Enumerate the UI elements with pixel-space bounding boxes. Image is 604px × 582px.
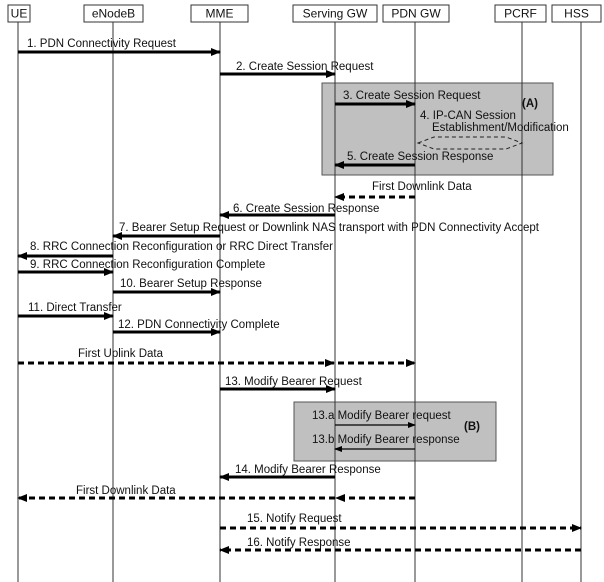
message-9: 8. RRC Connection Reconfiguration or RRC…	[17, 241, 333, 260]
message-12: 11. Direct Transfer	[18, 302, 122, 320]
message-label: 15. Notify Request	[247, 513, 342, 525]
sequence-diagram: (A) (B) UE eNodeB MME Serving GW PDN GW PCRF HS…	[7, 4, 602, 582]
message-label: First Downlink Data	[372, 181, 472, 193]
message-label: 3. Create Session Request	[343, 90, 481, 102]
message-label: 12. PDN Connectivity Complete	[118, 319, 280, 331]
entity-label-enb: eNodeB	[92, 7, 135, 21]
message-label: 11. Direct Transfer	[28, 302, 122, 314]
message-label: 10. Bearer Setup Response	[120, 278, 262, 290]
message-label: 9. RRC Connection Reconfiguration Comple…	[30, 259, 265, 271]
relay-arrowhead	[335, 494, 345, 502]
relay-arrowhead	[325, 359, 335, 367]
message-label: 6. Create Session Response	[233, 203, 379, 215]
message-21: 16. Notify Response	[219, 537, 581, 554]
entity-label-ue: UE	[11, 7, 28, 21]
message-label: 4. IP-CAN Session	[420, 110, 516, 122]
group-label-A: (A)	[522, 98, 538, 110]
message-20: 15. Notify Request	[220, 513, 582, 532]
message-2: 2. Create Session Request	[220, 61, 374, 78]
message-8: 7. Bearer Setup Request or Downlink NAS …	[112, 222, 540, 240]
entity-label-sgw: Serving GW	[303, 7, 368, 21]
message-15: 13. Modify Bearer Request	[220, 376, 363, 393]
message-label: First Uplink Data	[78, 348, 164, 360]
message-13: 12. PDN Connectivity Complete	[113, 319, 280, 336]
message-label: 14. Modify Bearer Response	[235, 464, 381, 476]
message-label: 5. Create Session Response	[347, 151, 493, 163]
message-14: First Uplink Data	[18, 348, 416, 367]
entity-label-hss: HSS	[564, 7, 589, 21]
entity-label-pgw: PDN GW	[391, 7, 441, 21]
message-5: 5. Create Session Response	[334, 151, 493, 169]
message-label-line2: Establishment/Modification	[432, 122, 569, 134]
group-label-B: (B)	[464, 421, 480, 433]
entity-label-mme: MME	[206, 7, 234, 21]
message-1: 1. PDN Connectivity Request	[18, 38, 221, 56]
entity-label-pcrf: PCRF	[504, 7, 537, 21]
message-label: 13.b Modify Bearer response	[312, 434, 460, 446]
message-label: 16. Notify Response	[247, 537, 351, 549]
message-19: First Downlink Data	[17, 485, 415, 502]
message-label: 13.a Modify Bearer request	[312, 410, 452, 422]
message-label: 1. PDN Connectivity Request	[27, 38, 177, 50]
message-11: 10. Bearer Setup Response	[113, 278, 262, 296]
message-7: 6. Create Session Response	[219, 203, 379, 219]
message-label: 8. RRC Connection Reconfiguration or RRC…	[30, 241, 333, 253]
message-10: 9. RRC Connection Reconfiguration Comple…	[18, 259, 265, 276]
message-18: 14. Modify Bearer Response	[219, 464, 381, 481]
message-6: First Downlink Data	[334, 181, 472, 201]
message-3: 3. Create Session Request	[335, 90, 481, 108]
message-label: 7. Bearer Setup Request or Downlink NAS …	[119, 222, 540, 234]
message-label: 13. Modify Bearer Request	[225, 376, 363, 388]
message-label: First Downlink Data	[76, 485, 176, 497]
message-label: 2. Create Session Request	[236, 61, 374, 73]
